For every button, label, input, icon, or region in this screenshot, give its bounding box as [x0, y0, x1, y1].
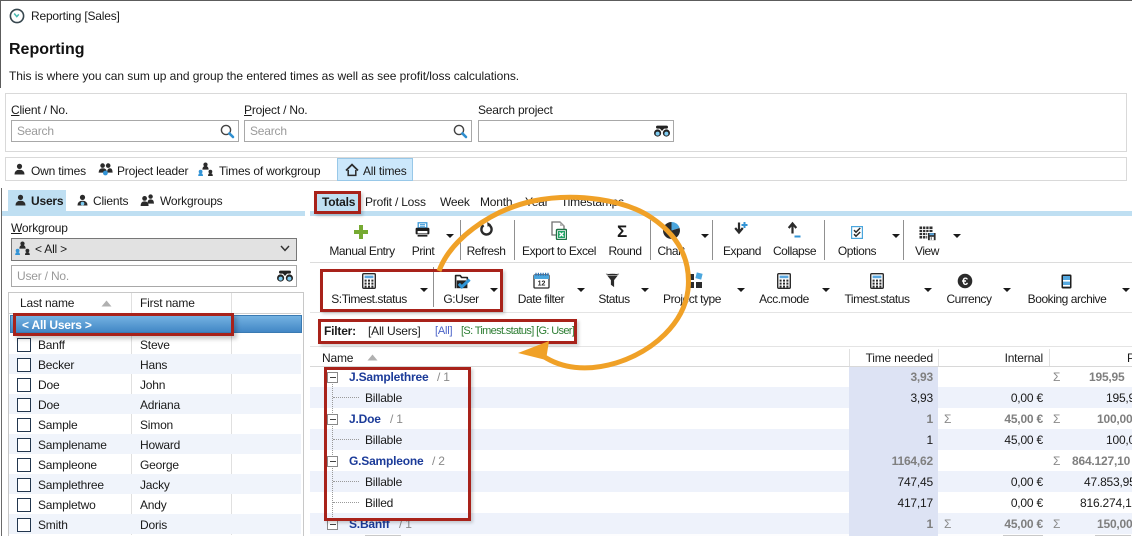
svg-text:12: 12: [538, 281, 546, 288]
svg-text:€: €: [962, 276, 968, 288]
